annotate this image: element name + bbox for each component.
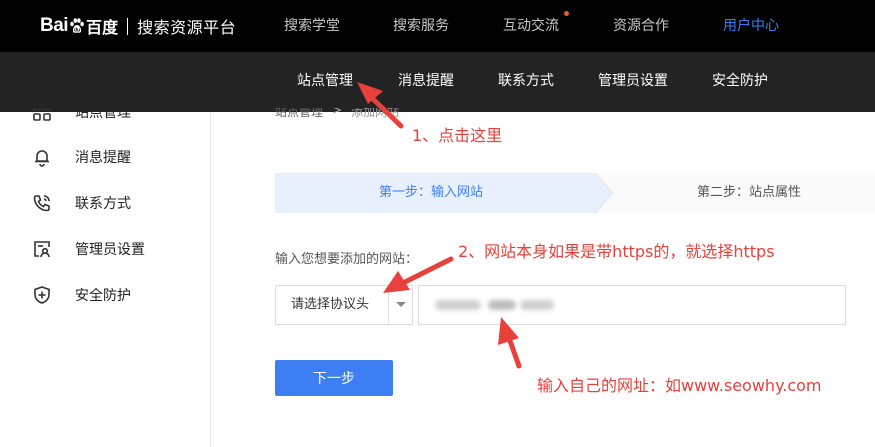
logo-divider (127, 17, 129, 35)
redacted-url-part (435, 300, 481, 310)
submenu-site-management-overlay[interactable]: 站点管理 (297, 52, 353, 110)
redacted-url-part (488, 300, 516, 310)
sidebar-item-label: 联系方式 (75, 196, 131, 212)
baidu-logo[interactable]: Bai du 百度 搜索资源平台 (40, 13, 236, 39)
sidebar-item-label: 消息提醒 (75, 150, 131, 166)
top-header: Bai du 百度 搜索资源平台 搜索学堂 搜索服务 互动交流 资源合作 用户中… (0, 0, 875, 52)
next-step-button[interactable]: 下一步 (275, 360, 393, 396)
submenu-contact-overlay[interactable]: 联系方式 (498, 52, 554, 110)
protocol-select-divider (388, 286, 389, 324)
submenu-notifications-overlay[interactable]: 消息提醒 (398, 52, 454, 110)
step-1-label: 第一步：输入网站 (379, 185, 484, 200)
submenu-overlay: 站点管理 消息提醒 联系方式 管理员设置 安全防护 (0, 52, 875, 108)
platform-title: 搜索资源平台 (137, 18, 237, 37)
sidebar-item-admin-settings[interactable]: 管理员设置 (30, 237, 145, 261)
shield-plus-icon (30, 283, 54, 307)
topnav-resource-cooperation[interactable]: 资源合作 (613, 0, 669, 52)
logo-brand-suffix: 百度 (86, 18, 119, 37)
page: Bai du 百度 搜索资源平台 搜索学堂 搜索服务 互动交流 资源合作 用户中… (0, 0, 875, 447)
topnav-interaction-label: 互动交流 (503, 18, 559, 34)
url-input[interactable] (418, 285, 846, 325)
topnav-user-center[interactable]: 用户中心 (723, 0, 779, 52)
notification-dot (564, 11, 569, 16)
url-field-label: 输入您想要添加的网站： (275, 252, 419, 267)
annotation-note-2: 2、网站本身如果是带https的，就选择https (458, 242, 775, 261)
sidebar-item-label: 管理员设置 (75, 242, 145, 258)
logo-brand: Bai (40, 15, 69, 36)
admin-id-icon (30, 237, 54, 261)
sidebar-item-label: 安全防护 (75, 288, 131, 304)
annotation-note-1: 1、点击这里 (412, 126, 503, 145)
redacted-url-part (520, 300, 554, 310)
svg-text:du: du (74, 27, 80, 33)
sidebar-item-security[interactable]: 安全防护 (30, 283, 131, 307)
sidebar: 站点管理 消息提醒 联系方式 管理员设置 安全防护 (0, 103, 211, 447)
step-2-label: 第二步：站点属性 (697, 185, 802, 200)
submenu-security-overlay[interactable]: 安全防护 (712, 52, 768, 110)
protocol-select-value: 请选择协议头 (291, 297, 370, 312)
topnav-interaction[interactable]: 互动交流 (503, 0, 573, 52)
sidebar-item-notifications[interactable]: 消息提醒 (30, 145, 131, 169)
paw-icon: du (70, 18, 84, 33)
topnav-search-service[interactable]: 搜索服务 (393, 0, 449, 52)
topnav-search-academy[interactable]: 搜索学堂 (284, 0, 340, 52)
annotation-note-3: 输入自己的网址：如www.seowhy.com (537, 376, 822, 395)
phone-icon (30, 191, 54, 215)
step-indicator: 第一步：输入网站 第二步：站点属性 (275, 173, 875, 213)
sidebar-item-contact[interactable]: 联系方式 (30, 191, 131, 215)
chevron-down-icon[interactable] (396, 302, 406, 307)
bell-icon (30, 145, 54, 169)
submenu-admin-settings-overlay[interactable]: 管理员设置 (598, 52, 668, 110)
protocol-select[interactable]: 请选择协议头 (275, 285, 413, 325)
